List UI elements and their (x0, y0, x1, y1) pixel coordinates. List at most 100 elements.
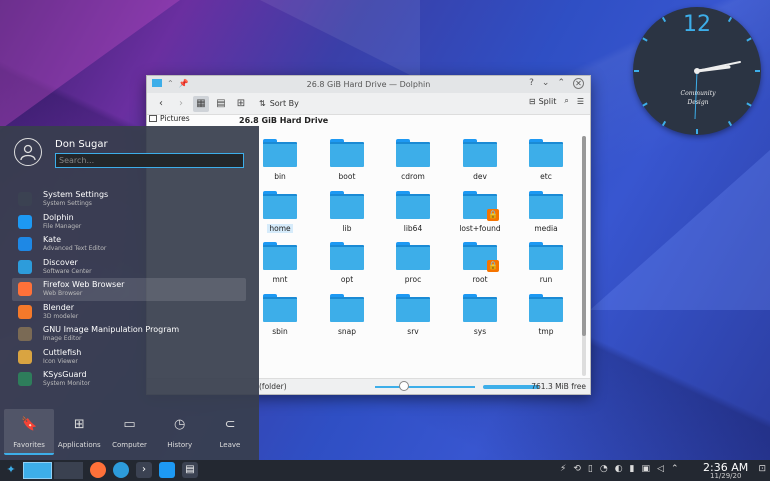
launcher-app-item[interactable]: Kate Advanced Text Editor (12, 233, 246, 256)
file-item[interactable]: home (257, 191, 310, 233)
file-item[interactable]: sbin (257, 294, 310, 336)
help-icon[interactable]: ? (529, 78, 534, 89)
file-item[interactable]: cdrom (383, 139, 443, 181)
zoom-slider-handle[interactable] (399, 381, 409, 391)
dolphin-task-icon[interactable] (159, 462, 175, 478)
launcher-tab-applications[interactable]: ⊞ Applications (54, 409, 104, 455)
kde-launcher-icon[interactable]: ✦ (3, 463, 19, 478)
app-icon (18, 282, 32, 296)
file-item[interactable]: run (516, 242, 576, 284)
app-icon (18, 304, 32, 319)
updates-icon[interactable]: ⟲ (573, 464, 581, 474)
favorites-list: System Settings System Settings Dolphin Fil… (12, 188, 246, 391)
launcher-app-item[interactable]: System Settings System Settings (12, 188, 246, 211)
minimize-icon[interactable]: ⌄ (542, 78, 550, 89)
search-input[interactable]: Search... (55, 153, 244, 168)
icons-view-icon[interactable]: ▦ (193, 95, 209, 112)
details-view-icon[interactable]: ⊞ (233, 96, 249, 112)
removable-device-icon[interactable]: ▮ (630, 464, 635, 474)
maximize-icon[interactable]: ⌃ (557, 78, 565, 89)
launcher-app-item[interactable]: Blender 3D modeler (12, 301, 246, 324)
network-icon[interactable]: ◐ (615, 464, 623, 474)
file-item[interactable]: boot (317, 139, 377, 181)
close-icon[interactable]: ✕ (573, 78, 584, 89)
clock-caption: Community Design (680, 90, 716, 106)
launcher-app-item[interactable]: KSysGuard System Monitor (12, 368, 246, 391)
tray-expand-icon[interactable]: ⌃ (671, 464, 679, 474)
file-item[interactable]: sys (450, 294, 510, 336)
app-description: Software Center (43, 267, 92, 275)
toolbar: ‹ › ▦ ▤ ⊞ ⇅ Sort By ⊟ Split ⌕ ☰ (147, 93, 590, 115)
ksysguard-task-icon[interactable]: ▤ (182, 462, 198, 478)
sort-by-button[interactable]: ⇅ Sort By (259, 99, 299, 108)
launcher-tab-leave[interactable]: ⊂ Leave (205, 409, 255, 455)
analog-clock-widget: 12 Community Design (633, 7, 761, 135)
launcher-tab-history[interactable]: ◷ History (155, 409, 205, 455)
file-item[interactable]: 🔒 root (450, 242, 510, 284)
taskbar-date[interactable]: 11/29/20 (710, 472, 741, 480)
folder-icon: 🔒 (463, 191, 499, 221)
file-item[interactable]: proc (383, 242, 443, 284)
folder-icon (529, 139, 563, 167)
zoom-slider[interactable] (375, 386, 475, 388)
tab-label: Computer (112, 441, 147, 449)
file-item[interactable]: lib (317, 191, 377, 233)
display-icon[interactable]: ▣ (642, 464, 651, 474)
virtual-desktop-1[interactable] (23, 462, 52, 479)
app-icon (18, 349, 32, 364)
launcher-app-item[interactable]: Firefox Web Browser Web Browser (12, 278, 246, 301)
file-item[interactable]: dev (450, 139, 510, 181)
folder-icon (330, 139, 364, 167)
user-avatar[interactable] (14, 138, 42, 166)
clipboard-icon[interactable]: ▯ (588, 464, 593, 474)
notifications-icon[interactable]: ◔ (600, 464, 608, 474)
scrollbar[interactable] (582, 136, 586, 376)
file-item-label: snap (337, 327, 357, 336)
launcher-app-item[interactable]: Dolphin File Manager (12, 211, 246, 234)
folder-icon (330, 242, 364, 270)
launcher-app-item[interactable]: Discover Software Center (12, 256, 246, 279)
firefox-task-icon[interactable] (90, 462, 106, 478)
file-item[interactable]: srv (383, 294, 443, 336)
monitor-icon: ▭ (123, 417, 136, 432)
kdeconnect-icon[interactable]: ⚡ (560, 464, 566, 474)
file-item[interactable]: etc (516, 139, 576, 181)
file-item[interactable]: media (516, 191, 576, 233)
split-label: Split (538, 96, 557, 106)
file-item[interactable]: 🔒 lost+found (450, 191, 510, 233)
folder-icon (396, 242, 430, 270)
hamburger-menu-icon[interactable]: ☰ (577, 97, 584, 106)
window-titlebar[interactable]: ⌃ 📌 26.8 GiB Hard Drive — Dolphin ? ⌄ ⌃ … (147, 76, 590, 93)
app-name: Firefox Web Browser (43, 280, 125, 289)
discover-task-icon[interactable] (113, 462, 129, 478)
back-icon[interactable]: ‹ (153, 96, 169, 112)
launcher-tab-computer[interactable]: ▭ Computer (104, 409, 154, 455)
file-item[interactable]: lib64 (383, 191, 443, 233)
app-description: System Monitor (43, 380, 91, 387)
launcher-app-item[interactable]: Cuttlefish Icon Viewer (12, 346, 246, 369)
sort-icon: ⇅ (259, 99, 266, 108)
forward-icon[interactable]: › (173, 96, 189, 112)
file-item[interactable]: tmp (516, 294, 576, 336)
compact-view-icon[interactable]: ▤ (213, 96, 229, 112)
file-item-label: media (534, 224, 558, 233)
virtual-desktop-2[interactable] (54, 462, 83, 479)
launcher-app-item[interactable]: GNU Image Manipulation Program Image Edit… (12, 323, 246, 346)
show-desktop-icon[interactable]: ⊡ (758, 464, 766, 474)
file-item-label: cdrom (401, 172, 425, 181)
file-item[interactable]: mnt (257, 242, 310, 284)
file-item[interactable]: bin (257, 139, 310, 181)
file-item[interactable]: snap (317, 294, 377, 336)
split-icon: ⊟ (528, 96, 536, 106)
launcher-tab-favorites[interactable]: 🔖 Favorites (4, 409, 55, 455)
volume-icon[interactable]: ◁ (657, 464, 664, 474)
search-icon[interactable]: ⌕ (564, 96, 568, 106)
app-description: System Settings (43, 200, 92, 207)
places-item-pictures[interactable]: Pictures (149, 114, 190, 123)
folder-icon (263, 191, 297, 219)
terminal-task-icon[interactable]: › (136, 462, 152, 478)
grid-icon: ⊞ (73, 417, 85, 432)
breadcrumb[interactable]: 26.8 GiB Hard Drive (239, 116, 328, 125)
file-item[interactable]: opt (317, 242, 377, 284)
split-button[interactable]: ⊟ Split (529, 97, 556, 106)
